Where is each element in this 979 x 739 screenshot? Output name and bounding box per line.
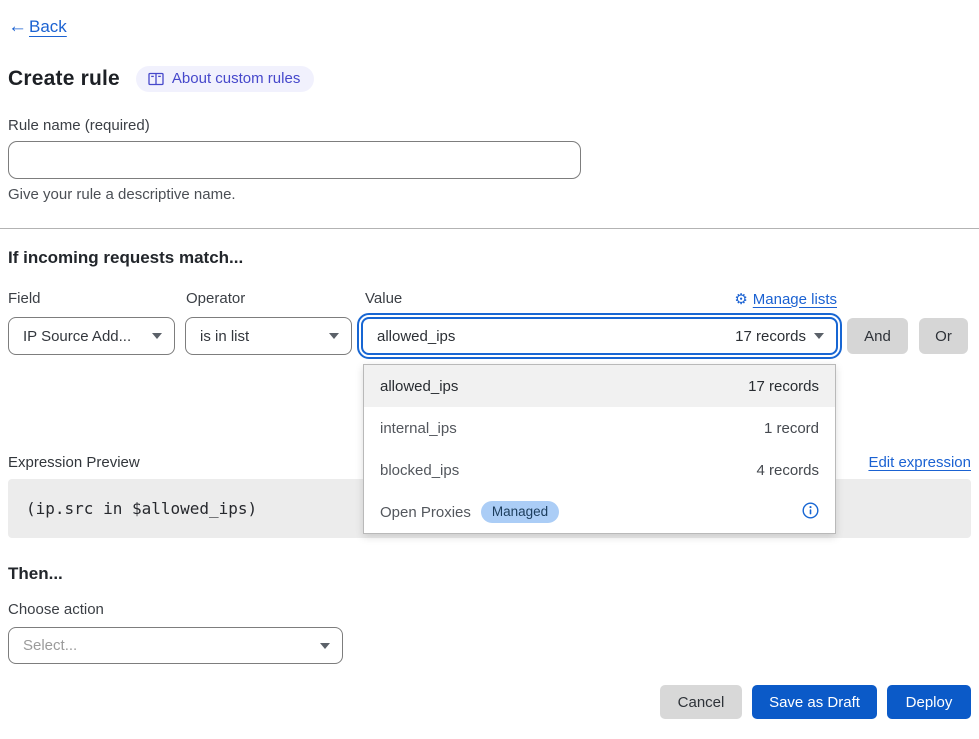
value-label: Value — [365, 290, 402, 307]
managed-badge: Managed — [481, 501, 559, 523]
action-select[interactable]: Select... — [8, 627, 343, 664]
title-row: Create rule About custom rules — [8, 66, 314, 92]
field-label: Field — [8, 290, 41, 307]
gear-icon: ⚙ — [734, 290, 747, 308]
choose-action-label: Choose action — [8, 601, 104, 618]
rule-name-label: Rule name (required) — [8, 117, 150, 134]
value-select-selected: allowed_ips — [377, 328, 455, 345]
list-item-name: internal_ips — [380, 420, 457, 437]
chevron-down-icon — [329, 333, 339, 339]
operator-label: Operator — [186, 290, 245, 307]
chevron-down-icon — [152, 333, 162, 339]
page-title: Create rule — [8, 67, 120, 91]
cancel-button[interactable]: Cancel — [660, 685, 742, 719]
deploy-button[interactable]: Deploy — [887, 685, 971, 719]
field-select[interactable]: IP Source Add... — [8, 317, 175, 355]
chevron-down-icon — [814, 333, 824, 339]
list-item-name: Open Proxies — [380, 504, 471, 521]
edit-expression-link[interactable]: Edit expression — [868, 454, 971, 471]
list-item-blocked-ips[interactable]: blocked_ips 4 records — [364, 449, 835, 491]
operator-select-value: is in list — [200, 328, 249, 345]
left-arrow-icon: ← — [8, 16, 27, 38]
list-dropdown-panel: allowed_ips 17 records internal_ips 1 re… — [363, 364, 836, 534]
about-custom-rules-label: About custom rules — [172, 70, 300, 87]
field-select-value: IP Source Add... — [23, 328, 131, 345]
save-as-draft-button[interactable]: Save as Draft — [752, 685, 877, 719]
back-link[interactable]: ← Back — [8, 16, 67, 38]
action-select-placeholder: Select... — [23, 637, 77, 654]
expression-preview-label: Expression Preview — [8, 454, 140, 471]
list-item-open-proxies[interactable]: Open Proxies Managed — [364, 491, 835, 533]
list-item-count: 1 record — [764, 420, 819, 437]
value-select-record-count: 17 records — [735, 328, 806, 345]
list-item-allowed-ips[interactable]: allowed_ips 17 records — [364, 365, 835, 407]
then-section-heading: Then... — [8, 564, 63, 584]
value-select[interactable]: allowed_ips 17 records — [361, 317, 838, 355]
chevron-down-icon — [320, 643, 330, 649]
or-button[interactable]: Or — [919, 318, 968, 354]
list-item-name: blocked_ips — [380, 462, 459, 479]
back-label: Back — [29, 17, 67, 37]
manage-lists-label: Manage lists — [753, 291, 837, 308]
list-item-count: 17 records — [748, 378, 819, 395]
manage-lists-link[interactable]: ⚙ Manage lists — [734, 290, 837, 308]
create-rule-page: ← Back Create rule About custom rules Ru… — [0, 0, 979, 739]
about-custom-rules-link[interactable]: About custom rules — [136, 66, 314, 92]
match-section-heading: If incoming requests match... — [8, 248, 243, 268]
section-divider — [0, 228, 979, 229]
expression-code: (ip.src in $allowed_ips) — [26, 499, 257, 518]
list-item-name: allowed_ips — [380, 378, 458, 395]
and-button[interactable]: And — [847, 318, 908, 354]
info-icon[interactable] — [802, 502, 819, 523]
operator-select[interactable]: is in list — [185, 317, 352, 355]
list-item-count: 4 records — [756, 462, 819, 479]
rule-name-helper: Give your rule a descriptive name. — [8, 186, 236, 203]
list-item-internal-ips[interactable]: internal_ips 1 record — [364, 407, 835, 449]
rule-name-input[interactable] — [8, 141, 581, 179]
book-icon — [148, 72, 164, 86]
